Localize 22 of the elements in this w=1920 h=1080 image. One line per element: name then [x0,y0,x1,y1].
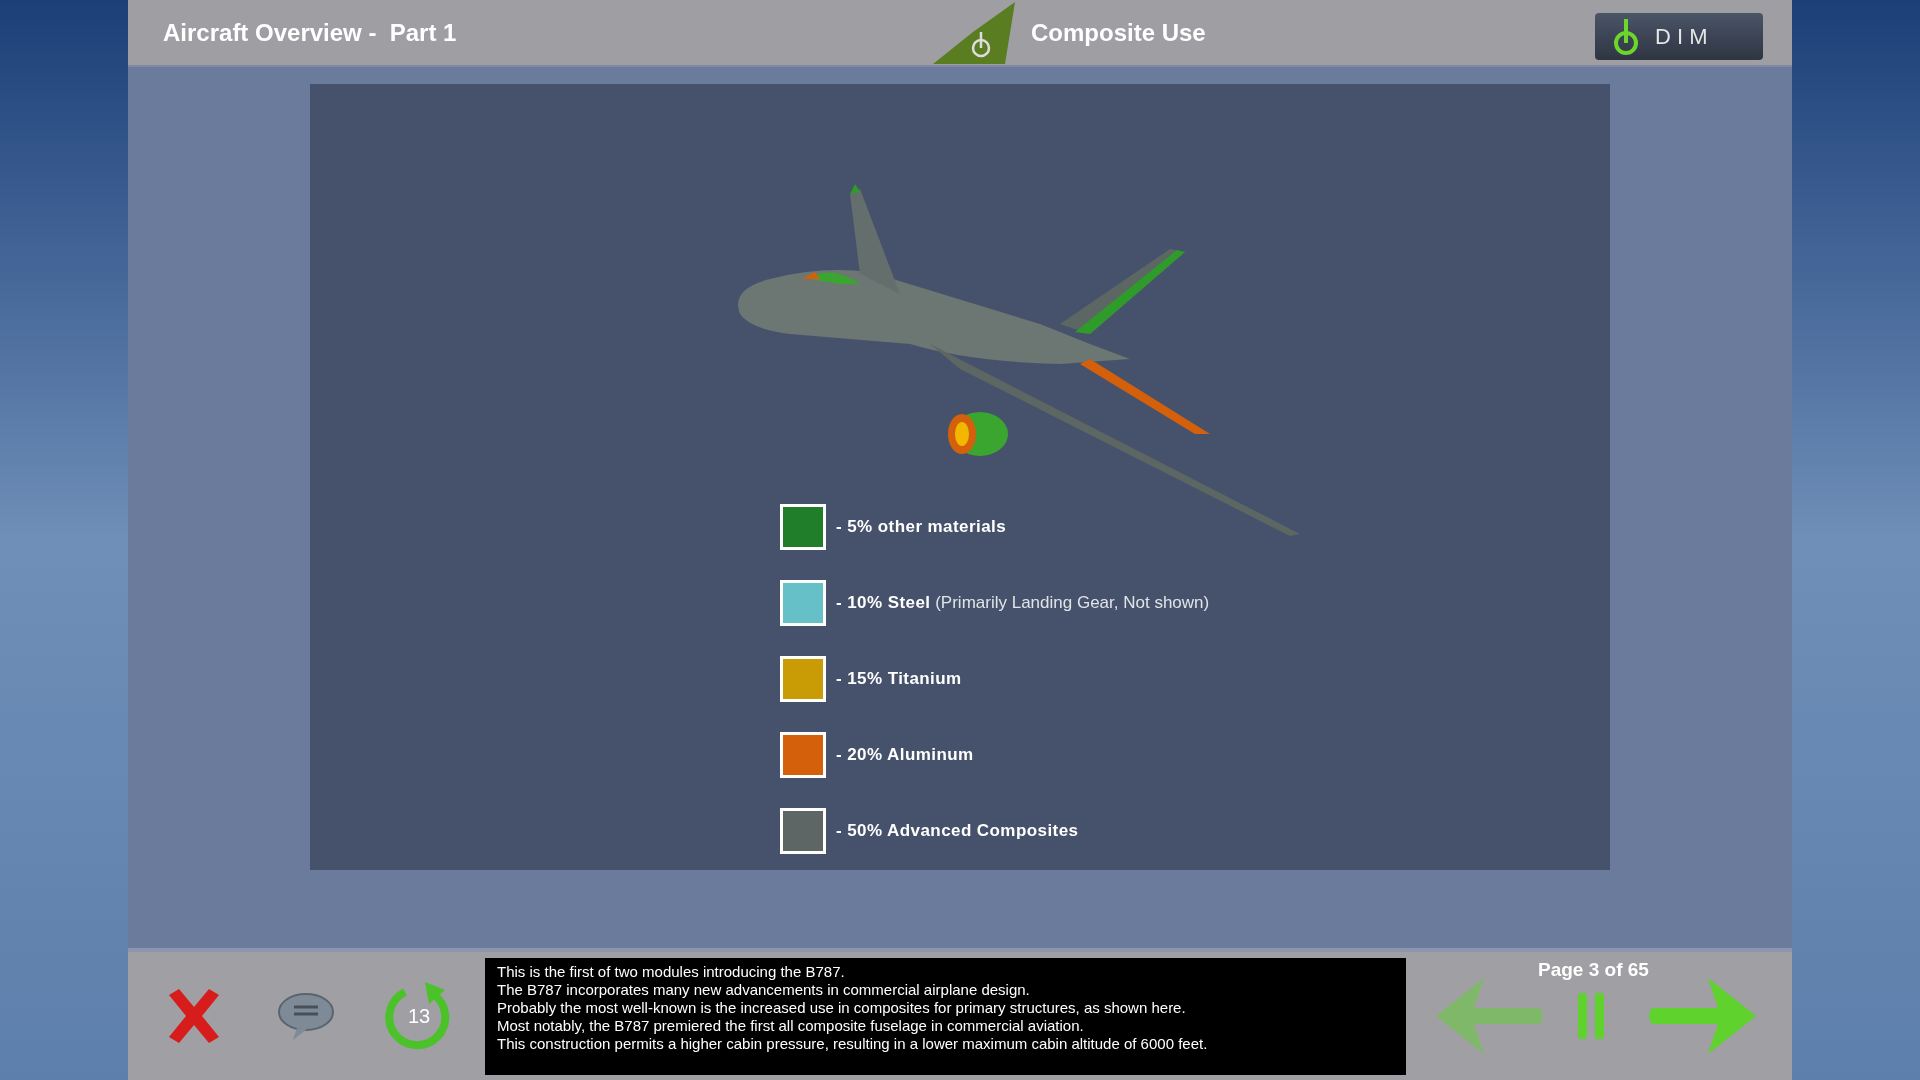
caption-line: This construction permits a higher cabin pressure, resulting in a lower maximum cabin altitude of 6000 feet. [497,1034,1209,1053]
power-icon [1613,16,1639,57]
course-title: Aircraft Overview - Part 1 [163,17,457,48]
speech-bubble-icon [277,990,335,1042]
legend-label: - 20% Aluminum [836,744,974,767]
dim-button[interactable]: D I M [1595,13,1763,60]
slide-title: Composite Use [1031,17,1206,48]
page-indicator: Page 3 of 65 [1538,958,1649,982]
caption-line: Probably the most well-known is the increased use in composites for primary structures, as shown here. [497,998,1187,1017]
legend-label: - 10% Steel (Primarily Landing Gear, Not shown) [836,592,1210,615]
caption-line: Most notably, the B787 premiered the first all composite fuselage in commercial aviation. [497,1016,1085,1035]
pause-button[interactable] [1576,993,1606,1039]
legend-label: - 5% other materials [836,516,1007,539]
next-button[interactable] [1646,976,1758,1056]
legend-label: - 15% Titanium [836,668,962,691]
pause-icon [1576,993,1606,1039]
legend-label: - 50% Advanced Composites [836,820,1079,843]
comment-button[interactable] [277,990,335,1042]
caption-line: The B787 incorporates many new advancements in commercial airplane design. [497,980,1031,999]
right-arrow-icon [1646,976,1758,1056]
tail-logo-icon [933,2,1015,64]
caption-line: This is the first of two modules introducing the B787. [497,962,846,981]
